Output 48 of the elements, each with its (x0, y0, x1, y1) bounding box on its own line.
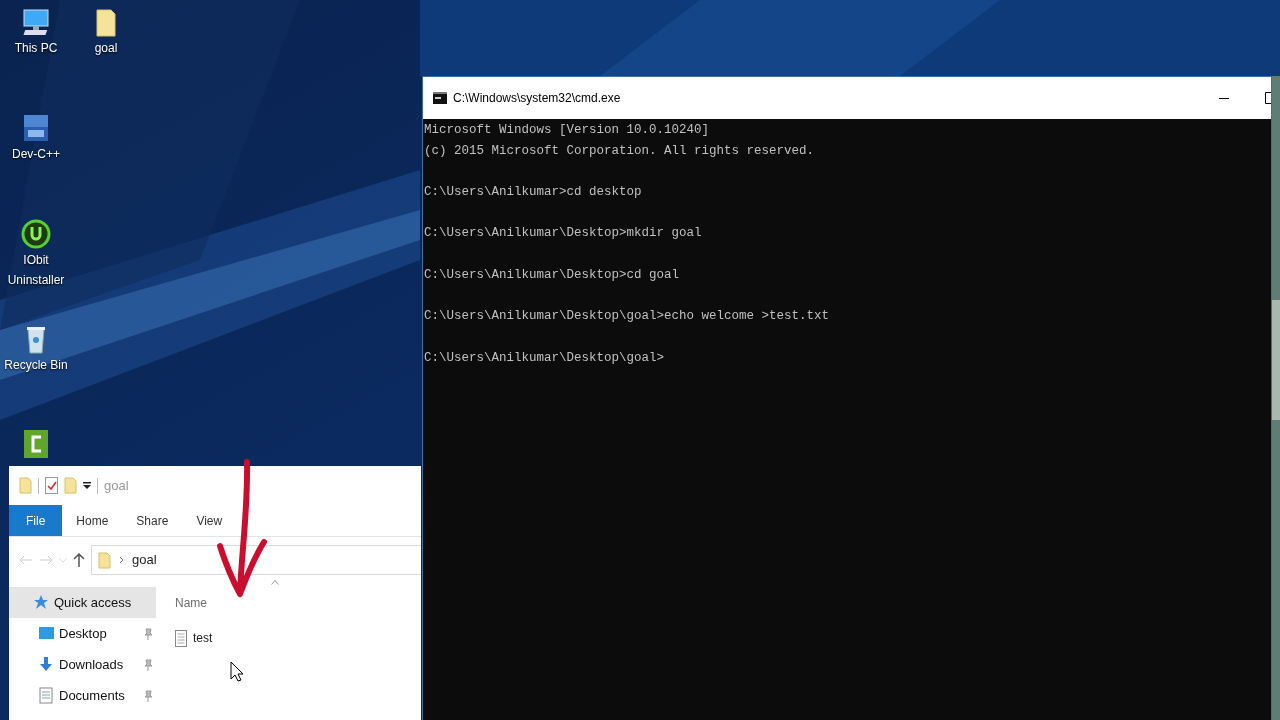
icon-label[interactable]: goal (94, 38, 118, 58)
file-menu-button[interactable]: File (9, 505, 63, 536)
nav-label[interactable]: Desktop (59, 623, 139, 644)
console-line: Microsoft Windows [Version 10.0.10240] (424, 122, 710, 139)
text-file-icon (175, 629, 187, 647)
icon-label[interactable]: This PC (14, 38, 58, 58)
nav-item[interactable]: Downloads (9, 649, 156, 680)
desktop-icon (38, 625, 55, 642)
star-icon (33, 594, 50, 611)
console-line: C:\Users\Anilkumar\Desktop>mkdir goal (424, 225, 702, 243)
dropdown-icon[interactable] (83, 481, 91, 490)
up-icon[interactable] (73, 553, 85, 567)
nav-item[interactable]: Desktop (9, 618, 156, 649)
column-header[interactable]: Name (175, 593, 207, 612)
icon-label[interactable]: Recycle Bin (4, 355, 68, 375)
document-icon (38, 687, 55, 704)
computer-icon[interactable] (21, 6, 51, 38)
mouse-pointer-icon (230, 661, 243, 682)
file-name[interactable]: test (193, 629, 213, 647)
icon-label[interactable]: Dev-C++ (12, 144, 60, 164)
console-line: C:\Users\Anilkumar\Desktop>cd goal (424, 266, 680, 284)
folder-icon (98, 551, 111, 569)
application-icon[interactable] (21, 428, 51, 460)
ribbon-tab[interactable]: View (182, 505, 237, 536)
window-title: C:\Windows\system32\cmd.exe (453, 90, 621, 107)
sort-caret-icon (271, 580, 279, 585)
nav-label[interactable]: Documents (59, 685, 139, 706)
nav-label[interactable]: Quick access (54, 592, 156, 613)
ribbon-tab[interactable]: Share (122, 505, 183, 536)
nav-label[interactable]: Downloads (59, 654, 139, 675)
chevron-icon (119, 556, 124, 564)
maximize-icon[interactable] (1265, 92, 1271, 104)
properties-icon[interactable] (45, 477, 58, 494)
download-icon (38, 656, 55, 673)
icon-label[interactable]: IObit Uninstaller (5, 250, 67, 290)
address-bar[interactable]: goal (91, 545, 421, 575)
console-icon (433, 92, 447, 104)
application-icon[interactable] (21, 112, 51, 144)
ribbon-tab[interactable]: Home (62, 505, 123, 536)
circle-logo-icon[interactable] (21, 218, 51, 250)
console-line: C:\Users\Anilkumar\Desktop\goal> (424, 349, 665, 367)
nav-item[interactable]: Quick access (9, 587, 156, 618)
console-line: (c) 2015 Microsoft Corporation. All rights reserved. (424, 142, 815, 160)
nav-item[interactable]: Documents (9, 680, 156, 711)
window-title: goal (104, 476, 129, 495)
breadcrumb-item[interactable]: goal (132, 550, 157, 570)
console-line: C:\Users\Anilkumar\Desktop\goal>echo welcome >test.txt (424, 308, 830, 326)
console-line: C:\Users\Anilkumar>cd desktop (424, 184, 642, 202)
